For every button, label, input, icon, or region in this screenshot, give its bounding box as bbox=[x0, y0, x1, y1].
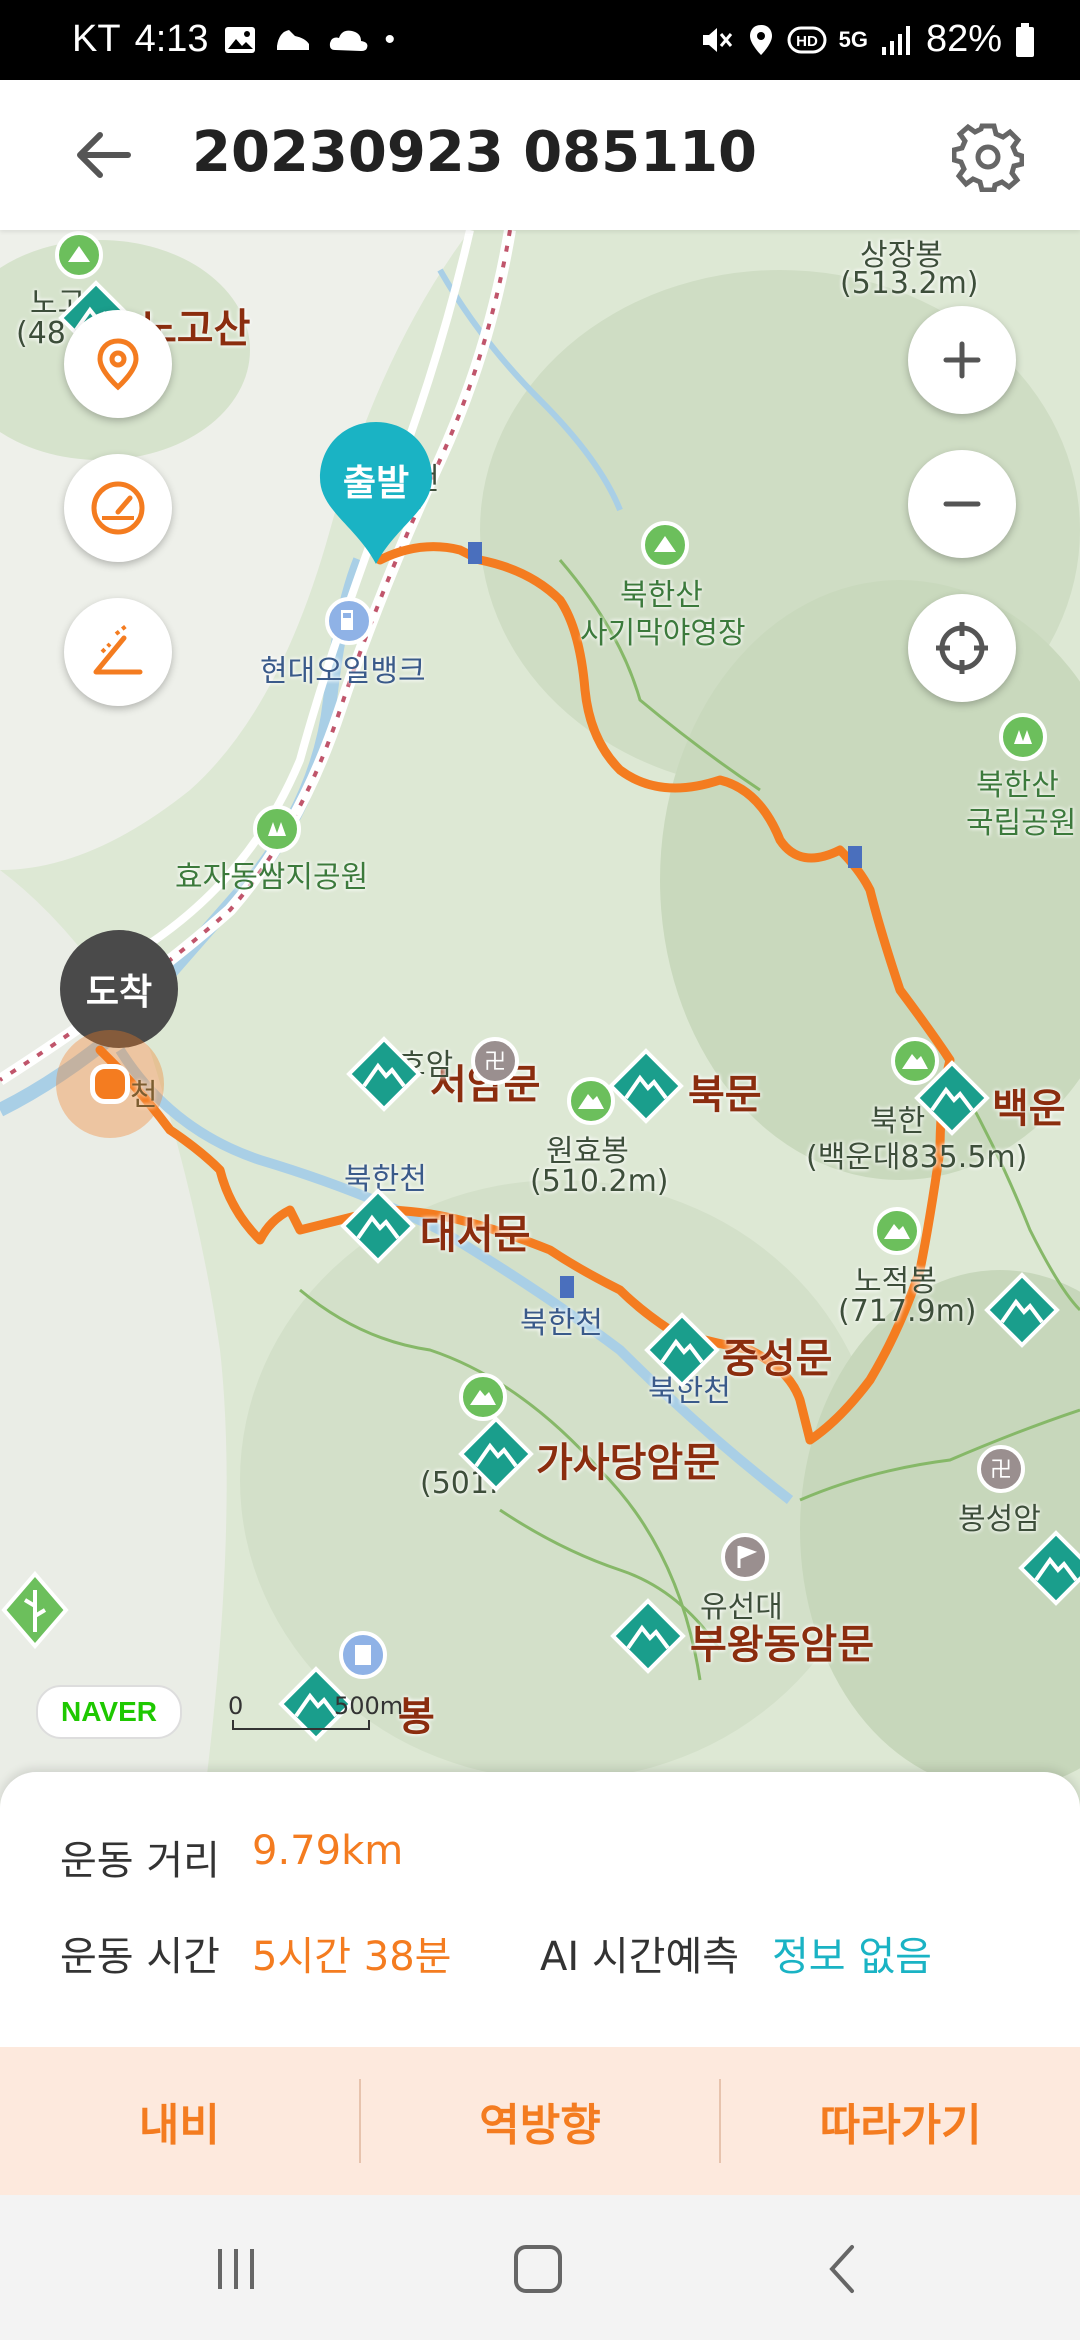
notification-dot: • bbox=[384, 22, 396, 56]
park-icon[interactable] bbox=[252, 804, 302, 854]
signal-icon bbox=[881, 25, 910, 55]
mountain-gate-icon[interactable] bbox=[984, 1272, 1060, 1348]
scale-bar bbox=[232, 1720, 370, 1730]
end-marker-label: 도착 bbox=[85, 972, 153, 1013]
system-nav-bar bbox=[0, 2195, 1080, 2340]
location-status-icon bbox=[749, 24, 772, 55]
mountain-gate-icon[interactable] bbox=[914, 1060, 990, 1136]
recenter-button[interactable] bbox=[908, 594, 1016, 702]
reverse-button[interactable]: 역방향 bbox=[361, 2047, 720, 2195]
svg-text:卍: 卍 bbox=[484, 1050, 506, 1075]
home-icon[interactable] bbox=[506, 2239, 570, 2299]
current-position-marker[interactable] bbox=[56, 1030, 164, 1138]
naver-logo: NAVER bbox=[36, 1685, 182, 1739]
scale-value: 500m bbox=[334, 1692, 404, 1720]
scale-zero: 0 bbox=[228, 1692, 244, 1720]
map-label-jungseongmun: 중성문 bbox=[722, 1336, 833, 1382]
map-scale: 0 500m bbox=[228, 1692, 403, 1732]
campground-icon[interactable] bbox=[54, 230, 104, 280]
map-label-sangjangbong-elev: (513.2m) bbox=[840, 266, 979, 301]
park-icon[interactable] bbox=[998, 712, 1048, 762]
ai-prediction-value: 정보 없음 bbox=[772, 1934, 932, 1980]
gear-icon[interactable] bbox=[952, 120, 1024, 192]
recents-icon[interactable] bbox=[206, 2239, 266, 2299]
distance-label: 운동 거리 bbox=[60, 1838, 220, 1884]
mountain-gate-icon[interactable] bbox=[346, 1036, 422, 1112]
map-label-daeseomun: 대서문 bbox=[420, 1212, 531, 1258]
mute-icon bbox=[702, 27, 732, 52]
gallery-icon bbox=[224, 26, 255, 53]
time-value: 5시간 38분 bbox=[252, 1934, 452, 1980]
map-label-park-2: 국립공원 bbox=[966, 806, 1077, 841]
map-label-wonhyobong-elev: (510.2m) bbox=[530, 1164, 669, 1199]
distance-value: 9.79km bbox=[252, 1828, 404, 1874]
map-label-gas-station: 현대오일뱅크 bbox=[260, 654, 426, 689]
mountain-gate-icon[interactable] bbox=[610, 1598, 686, 1674]
speed-button[interactable] bbox=[64, 454, 172, 562]
gas-station-icon[interactable] bbox=[324, 596, 374, 646]
mountain-gate-icon[interactable] bbox=[458, 1416, 534, 1492]
cloud-icon bbox=[329, 30, 367, 51]
peak-icon[interactable] bbox=[458, 1372, 508, 1422]
page-title: 20230923 085110 bbox=[192, 120, 758, 185]
battery-icon bbox=[1016, 22, 1034, 57]
map-view[interactable]: 노고산 노고 (48 상장봉 (513.2m) 북한산 사기막야영장 현대오일뱅… bbox=[0, 230, 1080, 1830]
map-label-bottom-peak: 봉 bbox=[398, 1694, 435, 1740]
back-icon[interactable] bbox=[814, 2239, 874, 2299]
start-marker-label: 출발 bbox=[342, 463, 410, 504]
mountain-gate-icon[interactable] bbox=[1018, 1530, 1080, 1606]
map-label-gasadangammun: 가사당암문 bbox=[536, 1440, 720, 1486]
temple-icon[interactable]: 卍 bbox=[976, 1444, 1026, 1494]
location-button[interactable] bbox=[64, 310, 172, 418]
current-position-dot bbox=[90, 1064, 130, 1104]
crosshair-icon bbox=[936, 622, 988, 674]
leaf-icon[interactable] bbox=[0, 1570, 70, 1650]
stats-panel: 운동 거리 9.79km 운동 시간 5시간 38분 AI 시간예측 정보 없음 bbox=[0, 1772, 1080, 2047]
plus-icon bbox=[943, 341, 981, 379]
peak-icon[interactable] bbox=[872, 1206, 922, 1256]
time-label: 운동 시간 bbox=[60, 1934, 220, 1980]
navi-button[interactable]: 내비 bbox=[0, 2047, 359, 2195]
map-label-bukmun: 북문 bbox=[688, 1072, 762, 1118]
start-marker[interactable]: 출발 bbox=[316, 418, 436, 568]
ai-prediction-label: AI 시간예측 bbox=[540, 1934, 740, 1980]
elevation-icon bbox=[93, 624, 143, 675]
status-bar: KT 4:13 • HD 5G 82% bbox=[0, 0, 1080, 80]
svg-text:卍: 卍 bbox=[990, 1458, 1012, 1483]
mountain-gate-icon[interactable] bbox=[644, 1312, 720, 1388]
zoom-out-button[interactable] bbox=[908, 450, 1016, 558]
action-bar: 내비 역방향 따라가기 bbox=[0, 2047, 1080, 2195]
map-label-buwangdongammun: 부왕동암문 bbox=[690, 1622, 874, 1668]
arrow-left-icon[interactable] bbox=[62, 122, 142, 188]
map-label-hyoja-park: 효자동쌈지공원 bbox=[175, 860, 369, 895]
follow-button[interactable]: 따라가기 bbox=[721, 2047, 1080, 2195]
clock: 4:13 bbox=[134, 18, 209, 60]
map-label-baegun: 백운 bbox=[992, 1086, 1066, 1132]
network-type: 5G bbox=[838, 26, 868, 52]
temple-icon[interactable]: 卍 bbox=[470, 1036, 520, 1086]
campground-icon[interactable] bbox=[640, 520, 690, 570]
location-pin-icon bbox=[97, 338, 139, 391]
speedometer-icon bbox=[91, 481, 145, 535]
minus-icon bbox=[943, 501, 981, 507]
svg-text:HD: HD bbox=[796, 33, 818, 50]
mountain-gate-icon[interactable] bbox=[608, 1048, 684, 1124]
flag-icon[interactable] bbox=[720, 1532, 770, 1582]
battery-percent: 82% bbox=[925, 18, 1002, 60]
mountain-gate-icon[interactable] bbox=[340, 1188, 416, 1264]
shoe-icon bbox=[276, 29, 309, 50]
elevation-button[interactable] bbox=[64, 598, 172, 706]
map-label-baegundae-elev: (백운대835.5m) bbox=[806, 1140, 1028, 1175]
carrier-label: KT bbox=[72, 18, 121, 60]
hd-icon: HD bbox=[787, 26, 827, 53]
app-bar: 20230923 085110 bbox=[0, 80, 1080, 230]
map-label-nojeokbong-elev: (717.9m) bbox=[838, 1294, 977, 1329]
zoom-in-button[interactable] bbox=[908, 306, 1016, 414]
map-label-camp-2: 사기막야영장 bbox=[580, 616, 746, 651]
map-label-bukhancheon-b: 북한천 bbox=[520, 1306, 603, 1341]
